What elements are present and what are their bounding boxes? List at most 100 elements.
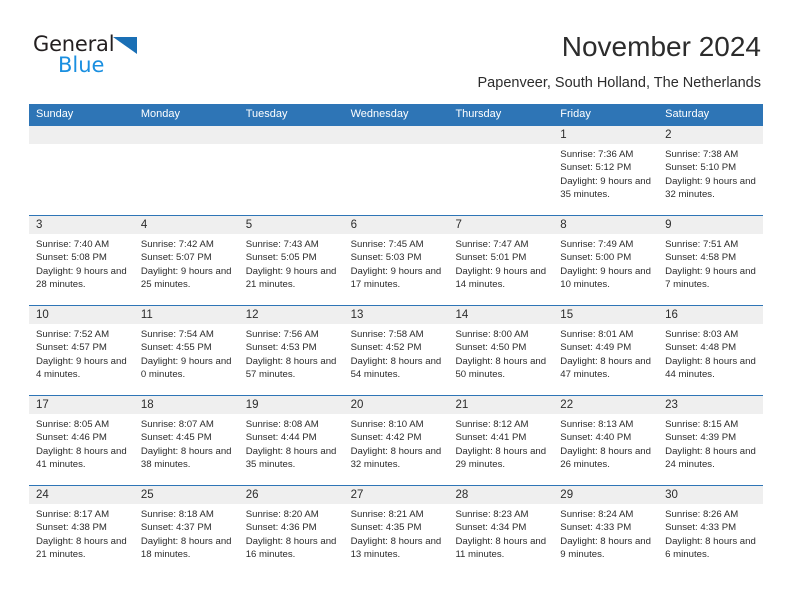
sunrise-text: Sunrise: 8:00 AM <box>455 329 529 340</box>
sunset-text: Sunset: 4:39 PM <box>665 432 737 444</box>
day-cell-26[interactable]: 26 Sunrise: 8:20 AM Sunset: 4:36 PM Dayligh… <box>238 486 344 575</box>
sunrise-text: Sunrise: 7:36 AM <box>560 149 634 160</box>
sunrise-text: Sunrise: 7:40 AM <box>36 239 110 250</box>
day-cell-24[interactable]: 24 Sunrise: 8:17 AM Sunset: 4:38 PM Dayligh… <box>29 486 134 575</box>
sunset-text: Sunset: 4:49 PM <box>560 342 632 354</box>
day-number: 17 <box>29 396 134 414</box>
sunset-text: Sunset: 4:52 PM <box>350 342 422 354</box>
day-number: 27 <box>343 486 449 504</box>
day-sun-info: Sunrise: 8:21 AM Sunset: 4:35 PM Daylight:… <box>344 504 449 562</box>
day-sun-info: Sunrise: 8:07 AM Sunset: 4:45 PM Daylight:… <box>134 414 239 472</box>
day-cell-8[interactable]: 8 Sunrise: 7:49 AM Sunset: 5:00 PM Daylight… <box>553 216 659 305</box>
sunset-text: Sunset: 5:10 PM <box>665 162 737 174</box>
day-sun-info: Sunrise: 7:42 AM Sunset: 5:07 PM Daylight:… <box>134 234 239 292</box>
day-cell-empty <box>29 126 134 215</box>
day-sun-info: Sunrise: 8:15 AM Sunset: 4:39 PM Daylight:… <box>658 414 763 472</box>
day-sun-info: Sunrise: 7:49 AM Sunset: 5:00 PM Daylight:… <box>553 234 658 292</box>
day-cell-29[interactable]: 29 Sunrise: 8:24 AM Sunset: 4:33 PM Dayligh… <box>553 486 659 575</box>
day-sun-info: Sunrise: 8:20 AM Sunset: 4:36 PM Daylight:… <box>239 504 344 562</box>
day-cell-1[interactable]: 1 Sunrise: 7:36 AM Sunset: 5:12 PM Daylight… <box>553 126 659 215</box>
sunrise-text: Sunrise: 8:03 AM <box>665 329 739 340</box>
day-sun-info: Sunrise: 8:23 AM Sunset: 4:34 PM Daylight:… <box>448 504 553 562</box>
day-number: 2 <box>658 126 764 144</box>
day-cell-12[interactable]: 12 Sunrise: 7:56 AM Sunset: 4:53 PM Dayligh… <box>238 306 344 395</box>
calendar-week-row: 24 Sunrise: 8:17 AM Sunset: 4:38 PM Dayligh… <box>29 485 764 575</box>
sunrise-text: Sunrise: 7:38 AM <box>665 149 739 160</box>
day-cell-2[interactable]: 2 Sunrise: 7:38 AM Sunset: 5:10 PM Daylight… <box>658 126 764 215</box>
day-number: 5 <box>238 216 344 234</box>
daylight-text: Daylight: 8 hours and 35 minutes. <box>245 445 337 471</box>
day-cell-30[interactable]: 30 Sunrise: 8:26 AM Sunset: 4:33 PM Dayligh… <box>658 486 764 575</box>
day-number: 20 <box>343 396 449 414</box>
calendar-page: General Blue November 2024 Papenveer, So… <box>0 0 792 612</box>
sunset-text: Sunset: 5:01 PM <box>455 252 527 264</box>
sunset-text: Sunset: 4:37 PM <box>140 522 212 534</box>
daylight-text: Daylight: 8 hours and 54 minutes. <box>350 355 442 381</box>
sunrise-text: Sunrise: 7:51 AM <box>665 239 739 250</box>
daylight-text: Daylight: 9 hours and 0 minutes. <box>140 355 232 381</box>
page-header: General Blue November 2024 Papenveer, So… <box>0 0 792 100</box>
day-cell-9[interactable]: 9 Sunrise: 7:51 AM Sunset: 4:58 PM Daylight… <box>658 216 764 305</box>
sunset-text: Sunset: 4:57 PM <box>36 342 107 354</box>
day-cell-17[interactable]: 17 Sunrise: 8:05 AM Sunset: 4:46 PM Dayligh… <box>29 396 134 485</box>
sunrise-text: Sunrise: 8:08 AM <box>245 419 319 430</box>
sunset-text: Sunset: 4:58 PM <box>665 252 737 264</box>
day-cell-3[interactable]: 3 Sunrise: 7:40 AM Sunset: 5:08 PM Daylight… <box>29 216 134 305</box>
day-cell-18[interactable]: 18 Sunrise: 8:07 AM Sunset: 4:45 PM Dayligh… <box>133 396 239 485</box>
daylight-text: Daylight: 8 hours and 57 minutes. <box>245 355 337 381</box>
day-cell-20[interactable]: 20 Sunrise: 8:10 AM Sunset: 4:42 PM Dayligh… <box>343 396 449 485</box>
day-sun-info: Sunrise: 7:36 AM Sunset: 5:12 PM Daylight:… <box>553 144 658 202</box>
day-cell-23[interactable]: 23 Sunrise: 8:15 AM Sunset: 4:39 PM Dayligh… <box>658 396 764 485</box>
sunset-text: Sunset: 4:41 PM <box>455 432 527 444</box>
day-cell-6[interactable]: 6 Sunrise: 7:45 AM Sunset: 5:03 PM Daylight… <box>343 216 449 305</box>
sunrise-text: Sunrise: 8:10 AM <box>350 419 424 430</box>
day-cell-10[interactable]: 10 Sunrise: 7:52 AM Sunset: 4:57 PM Dayligh… <box>29 306 134 395</box>
day-cell-16[interactable]: 16 Sunrise: 8:03 AM Sunset: 4:48 PM Dayligh… <box>658 306 764 395</box>
day-cell-11[interactable]: 11 Sunrise: 7:54 AM Sunset: 4:55 PM Dayligh… <box>133 306 239 395</box>
sunrise-text: Sunrise: 7:42 AM <box>140 239 214 250</box>
day-sun-info: Sunrise: 8:12 AM Sunset: 4:41 PM Daylight:… <box>448 414 553 472</box>
day-cell-28[interactable]: 28 Sunrise: 8:23 AM Sunset: 4:34 PM Dayligh… <box>448 486 554 575</box>
page-subtitle: Papenveer, South Holland, The Netherland… <box>477 75 761 91</box>
day-sun-info: Sunrise: 8:01 AM Sunset: 4:49 PM Daylight:… <box>553 324 658 382</box>
day-cell-27[interactable]: 27 Sunrise: 8:21 AM Sunset: 4:35 PM Dayligh… <box>343 486 449 575</box>
day-number: 10 <box>29 306 134 324</box>
sunrise-text: Sunrise: 7:43 AM <box>245 239 319 250</box>
calendar-week-row: 17 Sunrise: 8:05 AM Sunset: 4:46 PM Dayligh… <box>29 395 764 485</box>
daylight-text: Daylight: 8 hours and 6 minutes. <box>665 535 756 561</box>
day-sun-info: Sunrise: 7:54 AM Sunset: 4:55 PM Daylight:… <box>134 324 239 382</box>
day-number: 22 <box>553 396 659 414</box>
day-number: 26 <box>238 486 344 504</box>
day-sun-info: Sunrise: 7:40 AM Sunset: 5:08 PM Daylight:… <box>29 234 134 292</box>
sunset-text: Sunset: 4:42 PM <box>350 432 422 444</box>
day-number: 12 <box>238 306 344 324</box>
day-cell-7[interactable]: 7 Sunrise: 7:47 AM Sunset: 5:01 PM Daylight… <box>448 216 554 305</box>
calendar-week-row: 3 Sunrise: 7:40 AM Sunset: 5:08 PM Daylight… <box>29 215 764 305</box>
calendar-grid: Sunday Monday Tuesday Wednesday Thursday Frid… <box>29 104 764 575</box>
general-blue-logo[interactable]: General Blue <box>33 33 213 83</box>
title-block: November 2024 Papenveer, South Holland, … <box>478 30 761 92</box>
daylight-text: Daylight: 9 hours and 32 minutes. <box>665 175 756 201</box>
sunrise-text: Sunrise: 8:07 AM <box>140 419 214 430</box>
sunset-text: Sunset: 5:05 PM <box>245 252 317 264</box>
daylight-text: Daylight: 9 hours and 25 minutes. <box>140 265 232 291</box>
day-cell-13[interactable]: 13 Sunrise: 7:58 AM Sunset: 4:52 PM Dayligh… <box>343 306 449 395</box>
day-cell-4[interactable]: 4 Sunrise: 7:42 AM Sunset: 5:07 PM Daylight… <box>133 216 239 305</box>
day-cell-25[interactable]: 25 Sunrise: 8:18 AM Sunset: 4:37 PM Dayligh… <box>133 486 239 575</box>
sunset-text: Sunset: 5:12 PM <box>560 162 632 174</box>
sunset-text: Sunset: 4:44 PM <box>245 432 317 444</box>
weekday-header-monday: Monday <box>140 108 180 120</box>
day-cell-21[interactable]: 21 Sunrise: 8:12 AM Sunset: 4:41 PM Dayligh… <box>448 396 554 485</box>
day-cell-22[interactable]: 22 Sunrise: 8:13 AM Sunset: 4:40 PM Dayligh… <box>553 396 659 485</box>
day-number: 30 <box>658 486 764 504</box>
calendar-week-row: 1 Sunrise: 7:36 AM Sunset: 5:12 PM Daylight… <box>29 125 764 215</box>
day-cell-15[interactable]: 15 Sunrise: 8:01 AM Sunset: 4:49 PM Dayligh… <box>553 306 659 395</box>
day-number <box>448 126 554 144</box>
day-cell-19[interactable]: 19 Sunrise: 8:08 AM Sunset: 4:44 PM Dayligh… <box>238 396 344 485</box>
daylight-text: Daylight: 8 hours and 24 minutes. <box>665 445 756 471</box>
sunrise-text: Sunrise: 8:21 AM <box>350 509 424 520</box>
day-number: 4 <box>133 216 239 234</box>
day-cell-14[interactable]: 14 Sunrise: 8:00 AM Sunset: 4:50 PM Dayligh… <box>448 306 554 395</box>
day-number: 19 <box>238 396 344 414</box>
day-cell-5[interactable]: 5 Sunrise: 7:43 AM Sunset: 5:05 PM Daylight… <box>238 216 344 305</box>
